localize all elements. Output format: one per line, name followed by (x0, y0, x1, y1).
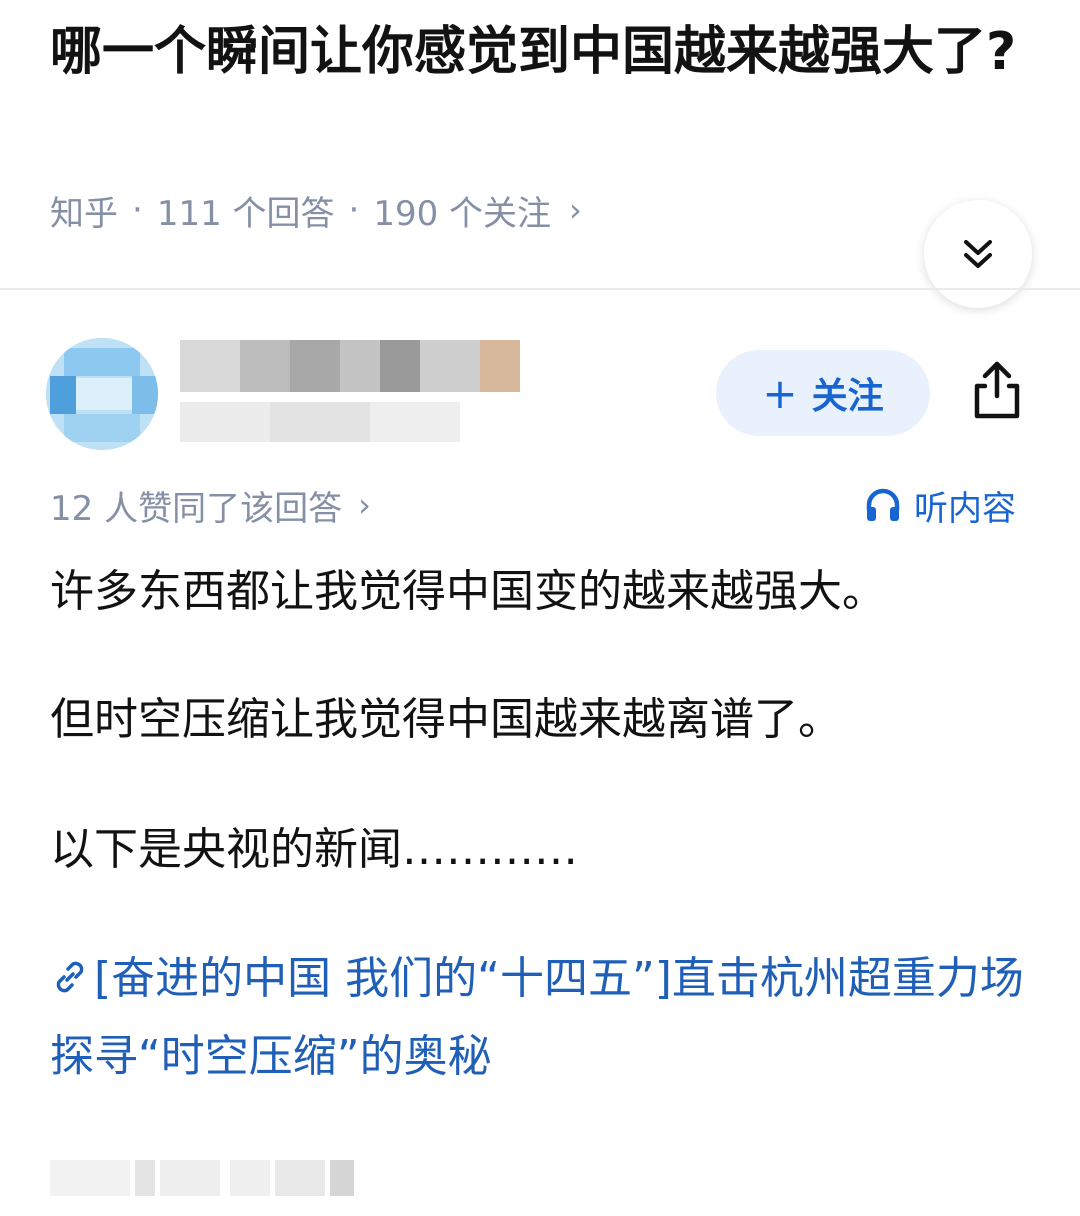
author-avatar[interactable] (46, 338, 158, 450)
expand-button[interactable] (924, 200, 1032, 308)
chevron-right-icon: › (358, 486, 371, 524)
author-name-redacted[interactable] (180, 340, 540, 392)
answer-paragraph: 以下是央视的新闻………… (50, 824, 578, 875)
share-button[interactable] (962, 356, 1032, 426)
link-icon (56, 961, 84, 993)
answer-paragraph: 但时空压缩让我觉得中国越来越离谱了。 (50, 694, 842, 745)
vote-summary[interactable]: 12 人赞同了该回答 › (50, 482, 371, 529)
double-chevron-down-icon (964, 240, 992, 268)
vote-count-text: 12 人赞同了该回答 (50, 488, 343, 529)
meta-separator: · (348, 190, 360, 230)
meta-separator: · (132, 190, 143, 230)
plus-icon: + (762, 368, 798, 418)
follower-count: 190 个关注 (373, 193, 552, 234)
question-title[interactable]: 哪一个瞬间让你感觉到中国越来越强大了? (50, 14, 1040, 90)
follow-label: 关注 (811, 376, 884, 417)
follow-button[interactable]: + 关注 (716, 350, 930, 436)
author-bio-redacted (180, 402, 460, 442)
headphones-icon (866, 488, 900, 521)
share-icon (974, 361, 1020, 419)
listen-label: 听内容 (914, 488, 1016, 529)
section-divider (0, 288, 1080, 290)
question-meta[interactable]: 知乎 · 111 个回答 · 190 个关注 › (50, 186, 582, 234)
news-video-link[interactable]: [奋进的中国 我们的“十四五”]直击杭州超重力场 探寻“时空压缩”的奥秘 (50, 940, 1040, 1096)
answer-count: 111 个回答 (156, 193, 335, 234)
zhihu-answer-page: 哪一个瞬间让你感觉到中国越来越强大了? 知乎 · 111 个回答 · 190 个… (0, 0, 1080, 1216)
answer-paragraph: 许多东西都让我觉得中国变的越来越强大。 (50, 566, 886, 617)
redacted-content (40, 1150, 360, 1200)
chevron-right-icon: › (569, 191, 582, 229)
source-label: 知乎 (50, 193, 118, 234)
news-link-text: [奋进的中国 我们的“十四五”]直击杭州超重力场 探寻“时空压缩”的奥秘 (50, 953, 1024, 1082)
listen-button[interactable]: 听内容 (864, 482, 1016, 529)
